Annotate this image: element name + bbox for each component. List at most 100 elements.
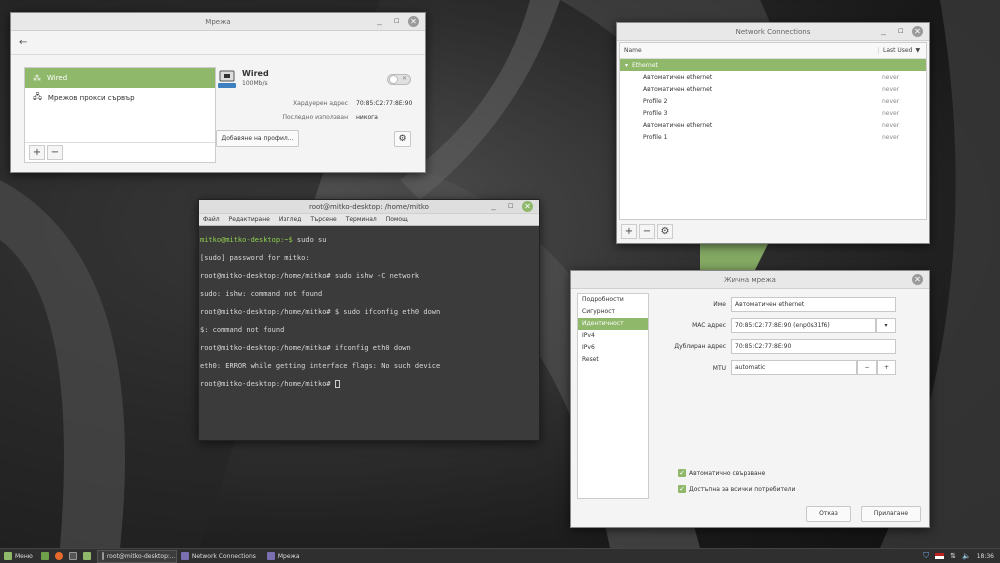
close-button[interactable]: ✕: [912, 26, 923, 37]
network-tray-icon[interactable]: ⇅: [950, 552, 956, 560]
maximize-button[interactable]: ▫: [895, 26, 906, 37]
checkmark-icon: ✓: [678, 469, 686, 477]
minimize-button[interactable]: _: [488, 201, 499, 212]
sidebar-item-wired[interactable]: ⁂ Wired: [25, 68, 215, 88]
mac-address-combo[interactable]: 70:85:C2:77:8E:90 (enp0s31f6): [731, 318, 876, 333]
group-label: Ethernet: [632, 61, 658, 69]
edit-connection-gear-icon[interactable]: ⚙: [657, 224, 673, 239]
last-used-label: Последно използван: [282, 114, 348, 121]
terminal-icon: [101, 552, 104, 560]
network-sidebar: ⁂ Wired 🖧 Мрежов прокси сървър + −: [24, 67, 216, 163]
network-settings-window: Мрежа _ ▫ ✕ ← ⁂ Wired 🖧 Мрежов прокси съ…: [10, 12, 426, 173]
mtu-increment-button[interactable]: +: [877, 360, 896, 375]
terminal-window: root@mitko-desktop: /home/mitko _ ▫ ✕ Фа…: [198, 199, 540, 441]
firefox-icon[interactable]: [54, 552, 63, 560]
mac-address-label: MAC адрес: [692, 322, 726, 329]
cloned-address-field[interactable]: 70:85:C2:77:8E:90: [731, 339, 896, 354]
task-network-settings[interactable]: Мрежа: [263, 550, 304, 563]
remove-connection-button[interactable]: −: [639, 224, 655, 239]
connection-row[interactable]: Profile 3 never: [620, 107, 926, 119]
remove-connection-button[interactable]: −: [47, 145, 63, 160]
connection-row[interactable]: Автоматичен ethernet never: [620, 119, 926, 131]
all-users-checkbox[interactable]: ✓ Достъпна за всички потребители: [678, 485, 795, 493]
auto-connect-checkbox[interactable]: ✓ Автоматично свързване: [678, 469, 765, 477]
menu-edit[interactable]: Редактиране: [229, 216, 270, 223]
sidebar-item-proxy[interactable]: 🖧 Мрежов прокси сървър: [25, 88, 215, 108]
menu-file[interactable]: Файл: [203, 216, 220, 223]
terminal-line: root@mitko-desktop:/home/mitko# $ sudo i…: [200, 308, 441, 316]
wired-toggle[interactable]: ✕: [387, 74, 411, 85]
shield-icon[interactable]: ⛉: [923, 551, 929, 561]
files-icon[interactable]: [82, 552, 91, 560]
terminal-line: mitko@mitko-desktop:~$ sudo su: [200, 236, 327, 244]
column-name[interactable]: Name: [620, 47, 878, 54]
task-label: Network Connections: [191, 552, 256, 560]
close-button[interactable]: ✕: [912, 274, 923, 285]
tab-security[interactable]: Сигурност: [578, 306, 648, 318]
tab-ipv4[interactable]: IPv4: [578, 330, 648, 342]
cancel-button[interactable]: Отказ: [806, 506, 851, 522]
close-button[interactable]: ✕: [408, 16, 419, 27]
network-settings-icon: [266, 552, 275, 560]
connection-row[interactable]: Profile 2 never: [620, 95, 926, 107]
tab-identity[interactable]: Идентичност: [578, 318, 648, 330]
terminal-line: eth0: ERROR while getting interface flag…: [200, 362, 441, 370]
sidebar-item-label: Wired: [47, 74, 68, 82]
clock[interactable]: 18:36: [977, 553, 994, 560]
tab-reset[interactable]: Reset: [578, 354, 648, 366]
connection-row[interactable]: Автоматичен ethernet never: [620, 83, 926, 95]
minimize-button[interactable]: _: [878, 26, 889, 37]
add-connection-button[interactable]: +: [29, 145, 45, 160]
back-arrow-icon[interactable]: ←: [19, 37, 27, 48]
close-button[interactable]: ✕: [522, 201, 533, 212]
cloned-address-label: Дублиран адрес: [674, 343, 726, 350]
show-desktop-icon[interactable]: [40, 552, 49, 560]
mtu-field[interactable]: automatic: [731, 360, 857, 375]
terminal-launcher-icon[interactable]: [68, 552, 77, 560]
start-menu-button[interactable]: Меню: [0, 550, 37, 563]
name-label: Име: [713, 301, 726, 308]
menu-view[interactable]: Изглед: [279, 216, 302, 223]
terminal-titlebar: root@mitko-desktop: /home/mitko _ ▫ ✕: [199, 200, 539, 214]
name-field[interactable]: Автоматичен ethernet: [731, 297, 896, 312]
maximize-button[interactable]: ▫: [505, 201, 516, 212]
settings-gear-icon[interactable]: ⚙: [394, 131, 411, 147]
terminal-line: root@mitko-desktop:/home/mitko# sudo ish…: [200, 272, 420, 280]
system-tray: ⛉ ⇅ 🔈 18:36: [923, 551, 1000, 561]
connection-row[interactable]: Автоматичен ethernet never: [620, 71, 926, 83]
tab-details[interactable]: Подробности: [578, 294, 648, 306]
menu-search[interactable]: Търсене: [310, 216, 336, 223]
task-label: root@mitko-desktop:...: [106, 552, 176, 560]
minimize-button[interactable]: _: [374, 16, 385, 27]
mint-logo-icon: [4, 552, 12, 560]
mtu-decrement-button[interactable]: −: [857, 360, 877, 375]
column-last-used[interactable]: Last Used: [878, 47, 912, 54]
volume-icon[interactable]: 🔈: [962, 552, 971, 560]
connections-list: Name Last Used ▼ ▾ Ethernet Автоматичен …: [619, 42, 927, 220]
menu-terminal[interactable]: Терминал: [346, 216, 377, 223]
task-network-connections[interactable]: Network Connections: [177, 550, 263, 563]
group-ethernet[interactable]: ▾ Ethernet: [620, 59, 926, 71]
last-used-value: никога: [356, 114, 378, 121]
maximize-button[interactable]: ▫: [391, 16, 402, 27]
connections-toolbar: + − ⚙: [621, 224, 673, 239]
connection-row[interactable]: Profile 1 never: [620, 131, 926, 143]
toggle-off-icon: ✕: [401, 75, 407, 82]
hardware-address-label: Хардуерен адрес: [293, 100, 348, 107]
terminal-line: [sudo] password for mitko:: [200, 254, 310, 262]
task-terminal[interactable]: root@mitko-desktop:...: [96, 549, 177, 563]
editor-tabs: Подробности Сигурност Идентичност IPv4 I…: [577, 293, 649, 499]
editor-titlebar: Жична мрежа ✕: [571, 271, 929, 289]
window-title: Жична мрежа: [724, 275, 776, 284]
terminal-line: sudo: ishw: command not found: [200, 290, 323, 298]
tab-ipv6[interactable]: IPv6: [578, 342, 648, 354]
terminal-output[interactable]: mitko@mitko-desktop:~$ sudo su [sudo] pa…: [199, 226, 539, 440]
mac-dropdown-chevron-down-icon[interactable]: ▾: [876, 318, 896, 333]
add-profile-button[interactable]: Добавяне на профил...: [216, 130, 299, 147]
apply-button[interactable]: Прилагане: [861, 506, 921, 522]
terminal-cursor: [334, 380, 340, 388]
menu-help[interactable]: Помощ: [386, 216, 408, 223]
add-connection-button[interactable]: +: [621, 224, 637, 239]
us-flag-icon[interactable]: [935, 553, 945, 559]
back-row: ←: [11, 31, 425, 55]
